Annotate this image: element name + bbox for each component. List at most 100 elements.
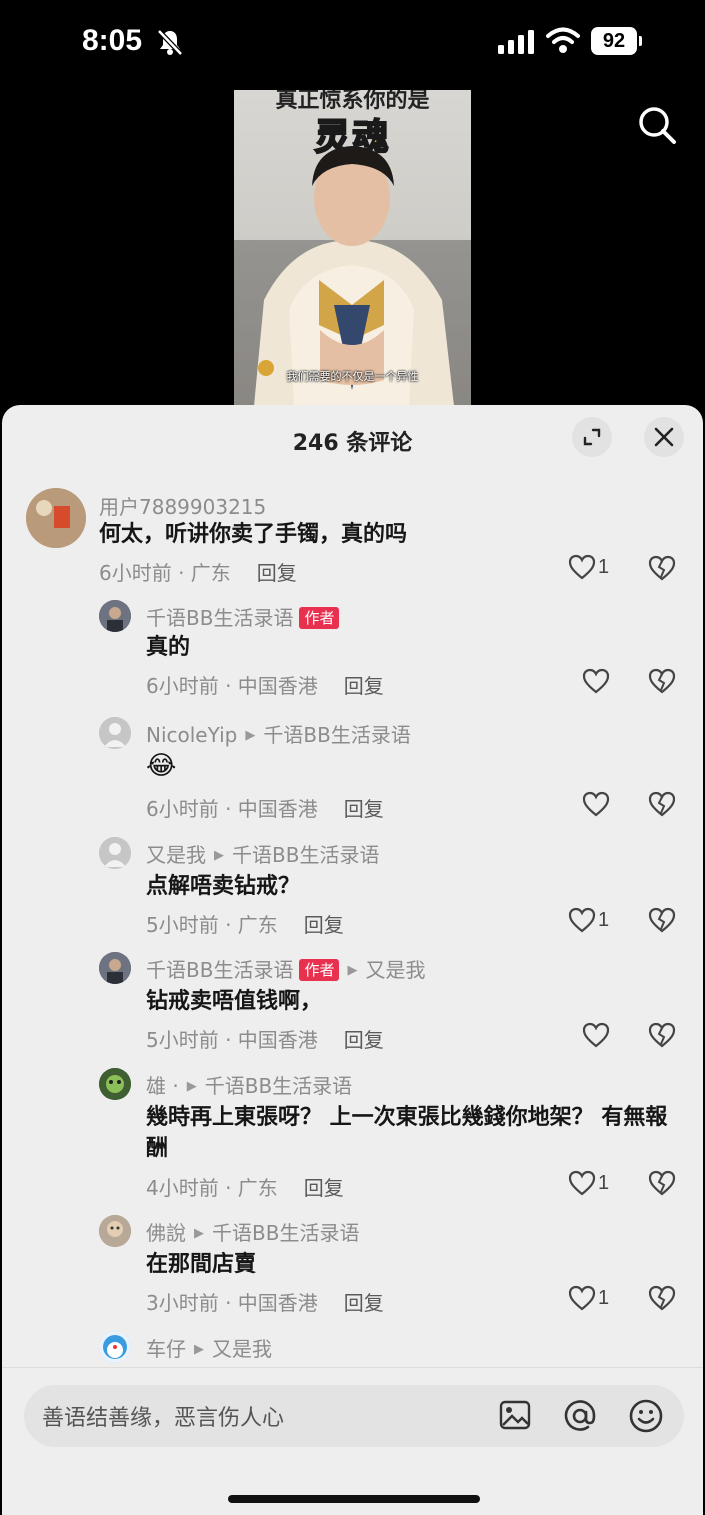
avatar[interactable] (99, 1215, 131, 1247)
like-button[interactable] (582, 668, 610, 694)
username-text[interactable]: 车仔 (146, 1337, 186, 1361)
author-badge: 作者 (299, 607, 340, 629)
reply-arrow-icon: ▶ (245, 728, 256, 743)
reply-button[interactable]: 回复 (344, 797, 384, 821)
comment-time: 4小时前 · 广东 (146, 1176, 278, 1200)
avatar[interactable] (99, 717, 131, 749)
comment-meta: 5小时前 · 广东 回复 (146, 909, 344, 938)
bell-muted-icon (157, 29, 183, 56)
search-icon[interactable] (636, 104, 678, 146)
avatar-image (99, 1068, 131, 1100)
comment-username[interactable]: 千语BB生活录语 作者 (146, 602, 340, 631)
like-button[interactable]: 1 (568, 907, 609, 933)
avatar-image (99, 600, 131, 632)
avatar[interactable] (99, 1331, 131, 1363)
reply-to-username[interactable]: 千语BB生活录语 (212, 1221, 359, 1245)
broken-heart-icon[interactable] (648, 907, 676, 933)
username-text[interactable]: 千语BB生活录语 (146, 958, 293, 982)
comment-username[interactable]: 千语BB生活录语 作者 ▶ 又是我 (146, 954, 425, 983)
like-count: 1 (598, 1171, 610, 1194)
home-indicator[interactable] (228, 1495, 480, 1503)
reply-button[interactable]: 回复 (304, 913, 344, 937)
close-button[interactable] (644, 417, 684, 457)
avatar-image (26, 488, 86, 548)
reply-arrow-icon: ▶ (194, 1342, 204, 1357)
comment-input-placeholder[interactable]: 善语结善缘，恶言伤人心 (42, 1400, 284, 1432)
broken-heart-icon[interactable] (648, 1170, 676, 1196)
heart-icon (582, 668, 610, 694)
avatar-image (99, 952, 131, 984)
username-text[interactable]: 佛說 (146, 1221, 186, 1245)
reply-button[interactable]: 回复 (344, 1028, 384, 1052)
reply-to-username[interactable]: 千语BB生活录语 (263, 723, 410, 747)
broken-heart-icon[interactable] (648, 791, 676, 817)
comment-meta: 3小时前 · 中国香港 回复 (146, 1287, 384, 1316)
comment-username[interactable]: 雄 · ▶ 千语BB生活录语 (146, 1070, 352, 1099)
reply-arrow-icon: ▶ (214, 848, 224, 863)
emoji-icon[interactable] (628, 1398, 664, 1434)
broken-heart-icon[interactable] (648, 1285, 676, 1311)
reply-item: 雄 · ▶ 千语BB生活录语 幾時再上東張呀？ 上一次東張比幾錢你地架？ 有無報酬 … (2, 1068, 703, 1208)
comment-meta: 4小时前 · 广东 回复 (146, 1172, 344, 1201)
comment-text: 在那間店賣 (146, 1252, 257, 1277)
avatar-image (99, 1215, 131, 1247)
reply-to-username[interactable]: 又是我 (212, 1337, 272, 1361)
reply-to-username[interactable]: 千语BB生活录语 (205, 1074, 352, 1098)
image-icon[interactable] (498, 1398, 532, 1432)
comment-username[interactable]: NicoleYip ▶ 千语BB生活录语 (146, 719, 411, 748)
like-button[interactable]: 1 (568, 554, 609, 580)
heart-icon (582, 1022, 610, 1048)
broken-heart-icon[interactable] (648, 668, 676, 694)
reply-arrow-icon: ▶ (347, 963, 358, 978)
reply-button[interactable]: 回复 (304, 1176, 344, 1200)
heart-icon (582, 791, 610, 817)
comment-time: 3小时前 · 中国香港 (146, 1291, 318, 1315)
comment-time: 6小时前 · 中国香港 (146, 674, 318, 698)
avatar[interactable] (99, 1068, 131, 1100)
reply-button[interactable]: 回复 (257, 561, 297, 585)
broken-heart-icon[interactable] (648, 1022, 676, 1048)
comment-username[interactable]: 车仔 ▶ 又是我 (146, 1333, 272, 1362)
comment-input-bar[interactable]: 善语结善缘，恶言伤人心 (24, 1385, 684, 1447)
heart-icon (568, 1285, 596, 1311)
like-button[interactable]: 1 (568, 1285, 609, 1311)
comment-username[interactable]: 佛說 ▶ 千语BB生活录语 (146, 1217, 359, 1246)
reply-item: 佛說 ▶ 千语BB生活录语 在那間店賣 3小时前 · 中国香港 回复 1 (2, 1215, 703, 1325)
reply-button[interactable]: 回复 (344, 1291, 384, 1315)
avatar[interactable] (99, 952, 131, 984)
like-count: 1 (598, 555, 610, 578)
avatar-image (99, 1331, 131, 1363)
reply-item: 又是我 ▶ 千语BB生活录语 点解唔卖钻戒？ 5小时前 · 广东 回复 1 (2, 837, 703, 947)
default-avatar-icon (99, 837, 131, 869)
avatar[interactable] (26, 488, 86, 548)
username-text[interactable]: NicoleYip (146, 723, 237, 747)
heart-icon (568, 1170, 596, 1196)
comment-username[interactable]: 用户7889903215 (99, 491, 266, 520)
expand-button[interactable] (572, 417, 612, 457)
mention-icon[interactable] (562, 1398, 598, 1434)
close-icon (654, 427, 674, 447)
comment-username[interactable]: 又是我 ▶ 千语BB生活录语 (146, 839, 379, 868)
avatar[interactable] (99, 837, 131, 869)
reply-button[interactable]: 回复 (344, 674, 384, 698)
comment-text: 点解唔卖钻戒？ (146, 874, 301, 899)
username-text[interactable]: 又是我 (146, 843, 206, 867)
broken-heart-icon[interactable] (648, 555, 676, 581)
username-text[interactable]: 雄 · (146, 1074, 179, 1098)
comment-meta: 6小时前 · 中国香港 回复 (146, 793, 384, 822)
like-button[interactable] (582, 791, 610, 817)
reply-item: 车仔 ▶ 又是我 (2, 1331, 703, 1371)
username-text[interactable]: 千语BB生活录语 (146, 606, 293, 630)
reply-arrow-icon: ▶ (186, 1079, 197, 1094)
reply-to-username[interactable]: 千语BB生活录语 (232, 843, 379, 867)
comment-time: 6小时前 · 广东 (99, 561, 231, 585)
video-player[interactable]: 真正惊系你的是 灵魂 我们需要的不仅是一个异性 (234, 90, 471, 406)
reply-arrow-icon: ▶ (194, 1226, 204, 1241)
avatar[interactable] (99, 600, 131, 632)
comment-text: 何太，听讲你卖了手镯，真的吗 (99, 522, 408, 547)
like-button[interactable]: 1 (568, 1170, 609, 1196)
comment-item: 用户7889903215 何太，听讲你卖了手镯，真的吗 6小时前 · 广东 回复 … (2, 485, 703, 595)
author-badge: 作者 (299, 959, 340, 981)
reply-to-username[interactable]: 又是我 (365, 958, 425, 982)
like-button[interactable] (582, 1022, 610, 1048)
